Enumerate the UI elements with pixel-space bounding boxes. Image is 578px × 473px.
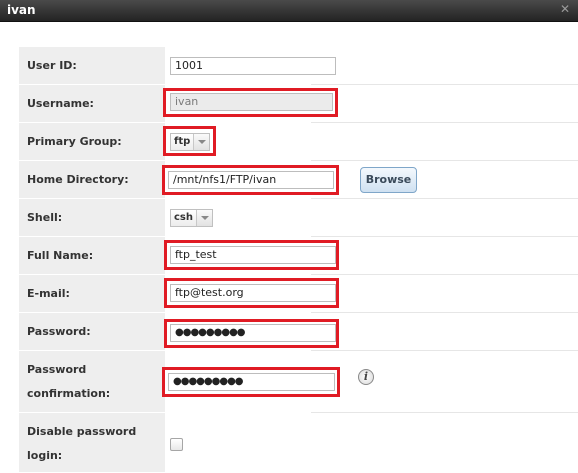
full-name-field[interactable]: ftp_test (170, 246, 336, 264)
info-icon[interactable]: i (358, 369, 374, 385)
username-field[interactable]: ivan (170, 93, 333, 111)
email-label: E-mail: (27, 287, 70, 300)
password-confirmation-label-line1: Password (27, 363, 87, 376)
disable-password-login-label-line2: login: (27, 449, 63, 462)
shell-select[interactable]: csh (170, 209, 213, 227)
home-directory-field[interactable]: /mnt/nfs1/FTP/ivan (168, 171, 334, 189)
primary-group-label: Primary Group: (27, 135, 122, 148)
row-password: Password: ●●●●●●●●● (19, 313, 578, 351)
home-directory-label: Home Directory: (27, 173, 129, 186)
chevron-down-icon (193, 134, 209, 150)
row-user-id: User ID: 1001 (19, 47, 578, 85)
primary-group-select[interactable]: ftp (170, 133, 210, 151)
shell-value: csh (174, 212, 193, 223)
full-name-label: Full Name: (27, 249, 94, 262)
password-confirmation-field[interactable]: ●●●●●●●●● (168, 373, 335, 391)
row-full-name: Full Name: ftp_test (19, 237, 578, 275)
chevron-down-icon (196, 210, 212, 226)
shell-label: Shell: (27, 211, 63, 224)
row-shell: Shell: csh (19, 199, 578, 237)
email-field[interactable]: ftp@test.org (170, 284, 336, 302)
row-username: Username: ivan (19, 85, 578, 123)
row-home-directory: Home Directory: /mnt/nfs1/FTP/ivan Brows… (19, 161, 578, 199)
row-primary-group: Primary Group: ftp (19, 123, 578, 161)
row-email: E-mail: ftp@test.org (19, 275, 578, 313)
dialog-titlebar: ivan ✕ (0, 0, 578, 22)
disable-password-login-label-line1: Disable password (27, 425, 137, 438)
user-id-label: User ID: (27, 59, 77, 72)
password-label: Password: (27, 325, 91, 338)
dialog-title: ivan (7, 3, 36, 17)
user-id-field[interactable]: 1001 (170, 57, 336, 75)
disable-password-login-checkbox[interactable] (170, 438, 183, 451)
password-confirmation-label-line2: confirmation: (27, 387, 111, 400)
username-label: Username: (27, 97, 94, 110)
close-icon[interactable]: ✕ (558, 2, 572, 16)
primary-group-value: ftp (174, 136, 191, 147)
browse-button[interactable]: Browse (360, 167, 417, 193)
password-field[interactable]: ●●●●●●●●● (170, 324, 336, 342)
row-disable-password-login: Disable password login: (19, 413, 578, 473)
row-password-confirmation: Password confirmation: ●●●●●●●●● i (19, 351, 578, 413)
